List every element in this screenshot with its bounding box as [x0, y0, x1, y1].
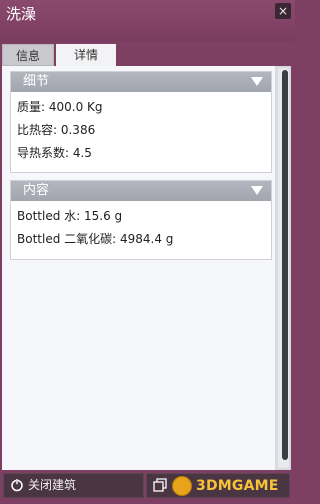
power-off-icon: [11, 478, 23, 491]
section-contents-header[interactable]: 内容: [11, 181, 271, 201]
watermark-logo-icon: [172, 476, 192, 496]
section-contents: 内容 Bottled 水: 15.6 g Bottled 二氧化碳: 4984.…: [10, 180, 272, 260]
detail-row-mass: 质量: 400.0 Kg: [17, 100, 103, 114]
content-row-water: Bottled 水: 15.6 g: [17, 209, 123, 223]
tab-info[interactable]: 信息: [2, 44, 54, 66]
window-title: 洗澡: [6, 5, 37, 23]
section-details-header[interactable]: 细节: [11, 72, 271, 92]
close-icon: ×: [277, 4, 289, 18]
watermark-text: 3DMGAME: [196, 478, 279, 494]
content-row-co2: Bottled 二氧化碳: 4984.4 g: [17, 232, 174, 246]
chevron-down-icon[interactable]: [251, 186, 263, 195]
disable-building-label: 关闭建筑: [28, 478, 77, 492]
detail-row-thermal-conductivity: 导热系数: 4.5: [17, 146, 92, 160]
section-details: 细节 质量: 400.0 Kg 比热容: 0.386 导热系数: 4.5: [10, 71, 272, 173]
section-details-title: 细节: [23, 74, 50, 89]
copy-building-icon: [153, 477, 167, 492]
details-content: 细节 质量: 400.0 Kg 比热容: 0.386 导热系数: 4.5 内容 …: [2, 66, 275, 470]
title-bar: 洗澡 ×: [0, 0, 295, 42]
detail-row-specific-heat: 比热容: 0.386: [17, 123, 96, 137]
close-button[interactable]: ×: [275, 3, 291, 19]
disable-building-button[interactable]: 关闭建筑: [3, 473, 144, 498]
scrollbar-thumb[interactable]: [282, 70, 288, 460]
chevron-down-icon[interactable]: [251, 77, 263, 86]
tab-details[interactable]: 详情: [56, 44, 116, 66]
section-contents-title: 内容: [23, 183, 50, 198]
